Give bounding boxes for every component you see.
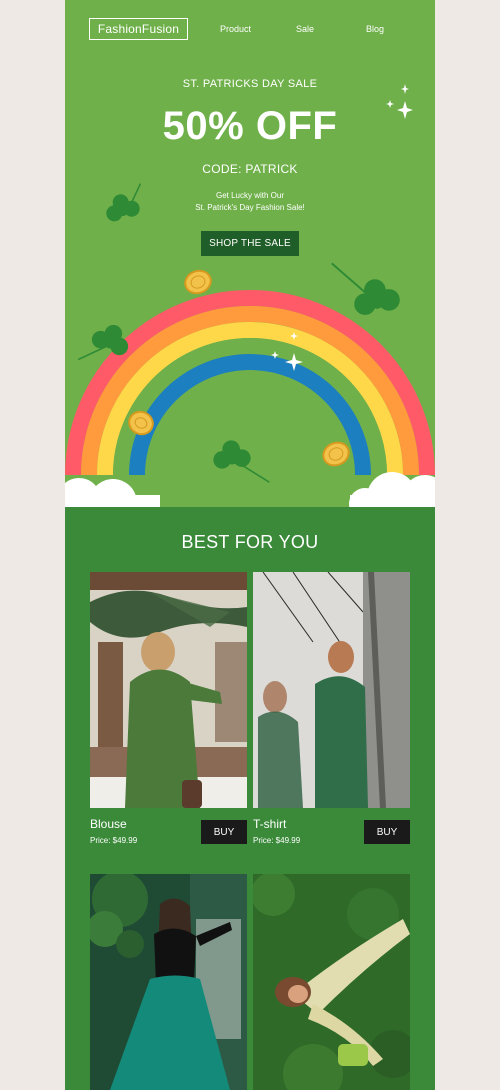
sale-eyebrow: ST. PATRICKS DAY SALE [182, 78, 318, 90]
cloud-left [65, 478, 160, 507]
rainbow-illustration [65, 290, 435, 476]
product-photo-blouse[interactable] [90, 572, 247, 808]
clover-icon [211, 438, 270, 483]
buy-button[interactable]: BUY [201, 820, 247, 844]
tagline-line-2: St. Patrick's Day Fashion Sale! [195, 203, 305, 212]
product-price: Price: $49.99 [253, 836, 301, 845]
brand-logo[interactable]: FashionFusion [89, 18, 188, 40]
cloud-right [349, 472, 435, 507]
promo-code: CODE: PATRICK [202, 162, 298, 176]
product-name: Blouse [90, 817, 127, 831]
buy-button[interactable]: BUY [364, 820, 410, 844]
tagline-line-1: Get Lucky with Our [215, 191, 285, 200]
product-photo-tshirt[interactable] [253, 572, 410, 808]
section-title: BEST FOR YOU [181, 532, 319, 552]
product-name: T-shirt [253, 817, 287, 831]
nav-item-sale[interactable]: Sale [296, 24, 314, 34]
clover-icon [331, 262, 402, 317]
hero-tagline: Get Lucky with Our St. Patrick's Day Fas… [65, 190, 435, 214]
nav-item-product[interactable]: Product [220, 24, 251, 34]
discount-headline: 50% OFF [162, 104, 338, 148]
product-photo[interactable] [90, 874, 247, 1090]
gold-coin-icon [322, 441, 350, 467]
gold-coin-icon [184, 269, 212, 295]
product-price: Price: $49.99 [90, 836, 138, 845]
hero-banner: FashionFusion Product Sale Blog ST. PATR… [65, 0, 435, 507]
shop-the-sale-button[interactable]: SHOP THE SALE [201, 231, 299, 256]
email-container: FashionFusion Product Sale Blog ST. PATR… [65, 0, 435, 1090]
nav-item-blog[interactable]: Blog [366, 24, 384, 34]
product-photo[interactable] [253, 874, 410, 1090]
